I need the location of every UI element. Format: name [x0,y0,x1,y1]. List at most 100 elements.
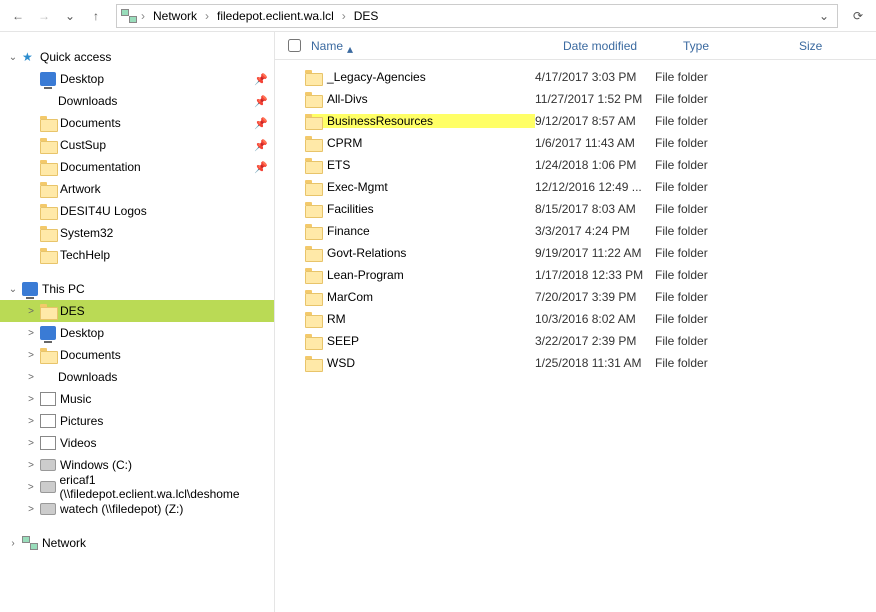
file-row[interactable]: Facilities8/15/2017 8:03 AMFile folder [275,198,876,220]
file-row[interactable]: MarCom7/20/2017 3:39 PMFile folder [275,286,876,308]
file-row[interactable]: CPRM1/6/2017 11:43 AMFile folder [275,132,876,154]
folder-icon [305,290,321,304]
sidebar-item[interactable]: >watech (\\filedepot) (Z:) [0,498,274,520]
file-name-cell: MarCom [305,290,535,304]
type-cell: File folder [655,114,771,128]
sidebar-item[interactable]: >Music [0,388,274,410]
file-row[interactable]: Lean-Program1/17/2018 12:33 PMFile folde… [275,264,876,286]
column-header-date[interactable]: Date modified [557,39,677,53]
sidebar-item[interactable]: >DES [0,300,274,322]
sidebar-item[interactable]: System32 [0,222,274,244]
folder-icon [305,136,321,150]
tree-label: Artwork [60,182,101,196]
file-row[interactable]: Exec-Mgmt12/12/2016 12:49 ...File folder [275,176,876,198]
pin-icon: 📌 [254,139,268,152]
tree-label: Downloads [58,370,117,384]
file-row[interactable]: _Legacy-Agencies4/17/2017 3:03 PMFile fo… [275,66,876,88]
quick-access[interactable]: ⌄ ★ Quick access [0,46,274,68]
address-history-dropdown[interactable]: ⌄ [815,9,833,23]
sidebar-item[interactable]: DESIT4U Logos [0,200,274,222]
sidebar-item[interactable]: TechHelp [0,244,274,266]
file-row[interactable]: WSD1/25/2018 11:31 AMFile folder [275,352,876,374]
tree-label: Network [42,536,86,550]
file-row[interactable]: Finance3/3/2017 4:24 PMFile folder [275,220,876,242]
folder-icon [40,348,56,362]
type-cell: File folder [655,70,771,84]
music-icon [40,392,56,406]
recent-dropdown[interactable]: ⌄ [58,4,82,28]
file-name-cell: Exec-Mgmt [305,180,535,194]
file-name: MarCom [327,290,373,304]
file-name-cell: All-Divs [305,92,535,106]
type-cell: File folder [655,334,771,348]
sidebar-item[interactable]: >Pictures [0,410,274,432]
tree-label: Documents [60,348,121,362]
breadcrumb-network[interactable]: Network [149,9,201,23]
sidebar-item[interactable]: Artwork [0,178,274,200]
folder-icon [305,70,321,84]
refresh-button[interactable]: ⟳ [846,4,870,28]
tree-label: Videos [60,436,96,450]
column-header-size[interactable]: Size [793,39,876,53]
sidebar-item[interactable]: >ericaf1 (\\filedepot.eclient.wa.lcl\des… [0,476,274,498]
chevron-right-icon: > [26,482,36,493]
select-all-checkbox[interactable] [283,39,305,52]
folder-icon [40,204,56,218]
header-label: Type [683,39,709,53]
file-name: _Legacy-Agencies [327,70,426,84]
column-header-name[interactable]: Name ▴ [305,39,557,53]
date-modified-cell: 7/20/2017 3:39 PM [535,290,655,304]
file-name: Govt-Relations [327,246,406,260]
tree-label: DESIT4U Logos [60,204,147,218]
tree-label: System32 [60,226,113,240]
address-bar[interactable]: › Network › filedepot.eclient.wa.lcl › D… [116,4,838,28]
folder-icon [305,224,321,238]
forward-button[interactable]: → [32,4,56,28]
folder-icon [40,304,56,318]
file-name-cell: BusinessResources [305,114,535,128]
tree-label: Downloads [58,94,117,108]
sidebar-item[interactable]: CustSup📌 [0,134,274,156]
file-row[interactable]: All-Divs11/27/2017 1:52 PMFile folder [275,88,876,110]
sidebar-item[interactable]: Documentation📌 [0,156,274,178]
network-tree[interactable]: › Network [0,532,274,554]
folder-icon [305,246,321,260]
back-button[interactable]: ← [6,4,30,28]
chevron-right-icon: > [26,394,36,405]
breadcrumb-folder[interactable]: DES [350,9,383,23]
folder-icon [305,158,321,172]
sidebar-item[interactable]: Downloads 📌 [0,90,274,112]
file-row[interactable]: Govt-Relations9/19/2017 11:22 AMFile fol… [275,242,876,264]
chevron-right-icon: > [26,372,36,383]
sidebar-item[interactable]: >Videos [0,432,274,454]
file-row[interactable]: RM10/3/2016 8:02 AMFile folder [275,308,876,330]
sidebar-item[interactable]: Documents📌 [0,112,274,134]
column-header-type[interactable]: Type [677,39,793,53]
sidebar-item[interactable]: Desktop📌 [0,68,274,90]
this-pc[interactable]: ⌄ This PC [0,278,274,300]
file-row[interactable]: SEEP3/22/2017 2:39 PMFile folder [275,330,876,352]
chevron-right-icon: > [26,460,36,471]
file-name: SEEP [327,334,359,348]
chevron-right-icon: › [8,538,18,549]
sidebar-item[interactable]: >Documents [0,344,274,366]
sidebar-item[interactable]: > Downloads [0,366,274,388]
date-modified-cell: 3/3/2017 4:24 PM [535,224,655,238]
sidebar-item[interactable]: >Desktop [0,322,274,344]
breadcrumb-label: filedepot.eclient.wa.lcl [217,9,334,23]
breadcrumb-host[interactable]: filedepot.eclient.wa.lcl [213,9,338,23]
type-cell: File folder [655,356,771,370]
up-button[interactable]: ↑ [84,4,108,28]
folder-icon [40,248,56,262]
file-row[interactable]: ETS1/24/2018 1:06 PMFile folder [275,154,876,176]
video-icon [40,436,56,450]
main-area: ⌄ ★ Quick access Desktop📌 Downloads 📌 Docum… [0,32,876,612]
file-name: WSD [327,356,355,370]
file-row[interactable]: BusinessResources9/12/2017 8:57 AMFile f… [275,110,876,132]
date-modified-cell: 12/12/2016 12:49 ... [535,180,655,194]
chevron-right-icon: > [26,416,36,427]
pin-icon: 📌 [254,95,268,108]
date-modified-cell: 1/6/2017 11:43 AM [535,136,655,150]
file-list: _Legacy-Agencies4/17/2017 3:03 PMFile fo… [275,60,876,374]
folder-icon [305,202,321,216]
